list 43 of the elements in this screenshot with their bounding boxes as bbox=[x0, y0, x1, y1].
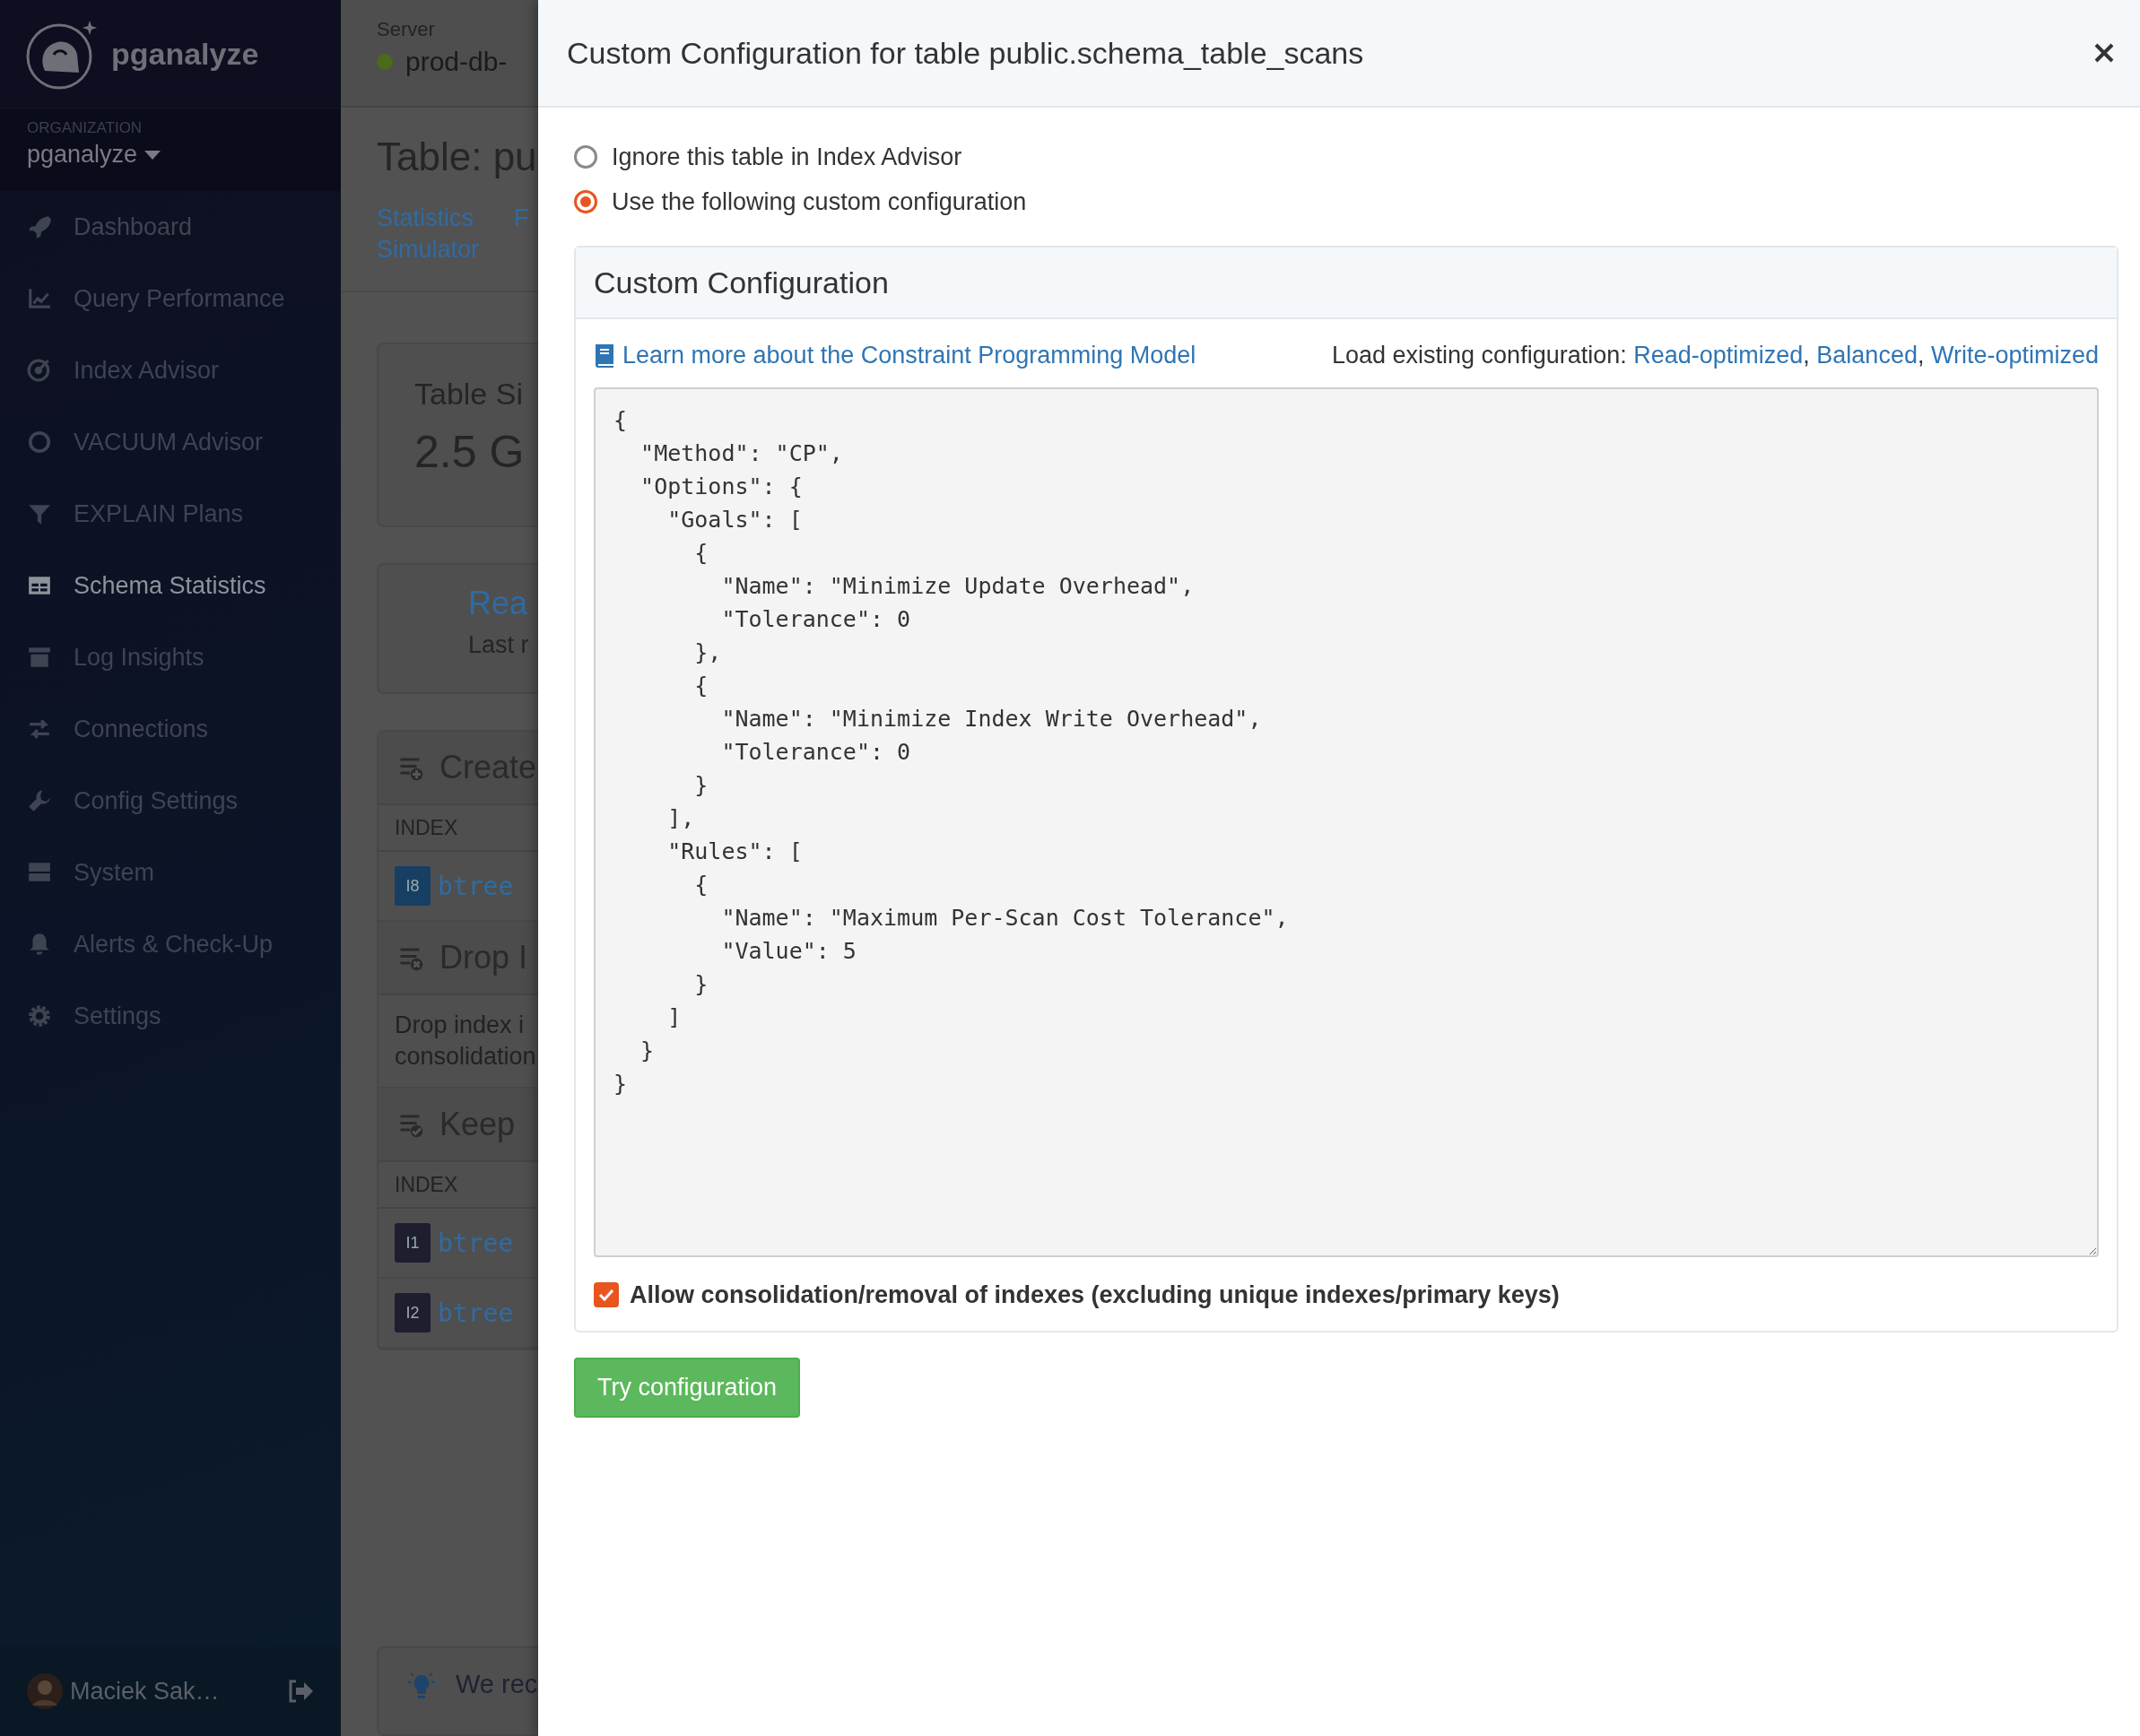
rocket-icon bbox=[27, 214, 52, 239]
index-definition[interactable]: btree bbox=[438, 1228, 514, 1258]
try-configuration-button[interactable]: Try configuration bbox=[574, 1358, 801, 1418]
preset-link[interactable]: Write-optimized bbox=[1930, 341, 2099, 369]
close-icon[interactable] bbox=[2093, 42, 2115, 64]
index-definition[interactable]: btree bbox=[438, 1298, 514, 1328]
target-icon bbox=[27, 358, 52, 383]
organization-selector[interactable]: pganalyze bbox=[27, 141, 138, 169]
radio-label[interactable]: Ignore this table in Index Advisor bbox=[612, 143, 962, 171]
arrows-icon bbox=[27, 716, 52, 742]
preset-link[interactable]: Balanced bbox=[1816, 341, 1918, 369]
logout-icon[interactable] bbox=[287, 1680, 314, 1703]
avatar-icon bbox=[27, 1673, 63, 1709]
book-icon bbox=[594, 343, 615, 368]
tab-link[interactable]: F bbox=[514, 204, 529, 232]
brand-name: pganalyze bbox=[111, 36, 259, 72]
gear-icon bbox=[27, 1003, 52, 1029]
archive-icon bbox=[27, 645, 52, 670]
wrench-icon bbox=[27, 788, 52, 813]
radio-button[interactable] bbox=[574, 145, 597, 169]
chart-icon bbox=[27, 286, 52, 311]
card-title-link[interactable]: Rea bbox=[468, 585, 538, 622]
checkbox-label[interactable]: Allow consolidation/removal of indexes (excluding unique indexes/primary keys) bbox=[630, 1280, 1560, 1309]
config-editor[interactable]: { "Method": "CP", "Options": { "Goals": [ { "Name": "Minimize Update Overhead", "Tolerance": 0 }, { "Name": "Minimize Index Write Overhead", "Tolerance": 0 } ], "Rules": [ { "Name": "Maximum Per-Scan Cost Tolerance", "Value": 5 } ] } } bbox=[594, 387, 2099, 1257]
caret-icon bbox=[144, 150, 161, 160]
radio-label[interactable]: Use the following custom configuration bbox=[612, 187, 1027, 216]
index-badge: I8 bbox=[395, 866, 431, 906]
preset-link[interactable]: Read-optimized bbox=[1633, 341, 1804, 369]
load-configuration-text: Load existing configuration: Read-optimized, Balanced, Write-optimized bbox=[1332, 341, 2099, 369]
index-badge: I2 bbox=[395, 1293, 431, 1332]
radio-button[interactable] bbox=[574, 190, 597, 213]
dialog-title: Custom Configuration for table public.schema_table_scans bbox=[567, 35, 1364, 71]
nav-item[interactable]: Schema Statistics bbox=[0, 550, 341, 621]
index-badge: I1 bbox=[395, 1223, 431, 1263]
panel-title: Custom Configuration bbox=[594, 265, 889, 300]
tab-link[interactable]: Statistics bbox=[377, 204, 474, 232]
learn-more-link[interactable]: Learn more about the Constraint Programming Model bbox=[594, 341, 1196, 369]
ring-icon bbox=[27, 430, 52, 455]
tab-link[interactable]: Simulator bbox=[377, 236, 480, 264]
index-definition[interactable]: btree bbox=[438, 871, 514, 901]
checkbox[interactable] bbox=[594, 1282, 619, 1307]
status-dot bbox=[377, 54, 393, 70]
user-name[interactable]: Maciek Sak… bbox=[70, 1677, 280, 1706]
